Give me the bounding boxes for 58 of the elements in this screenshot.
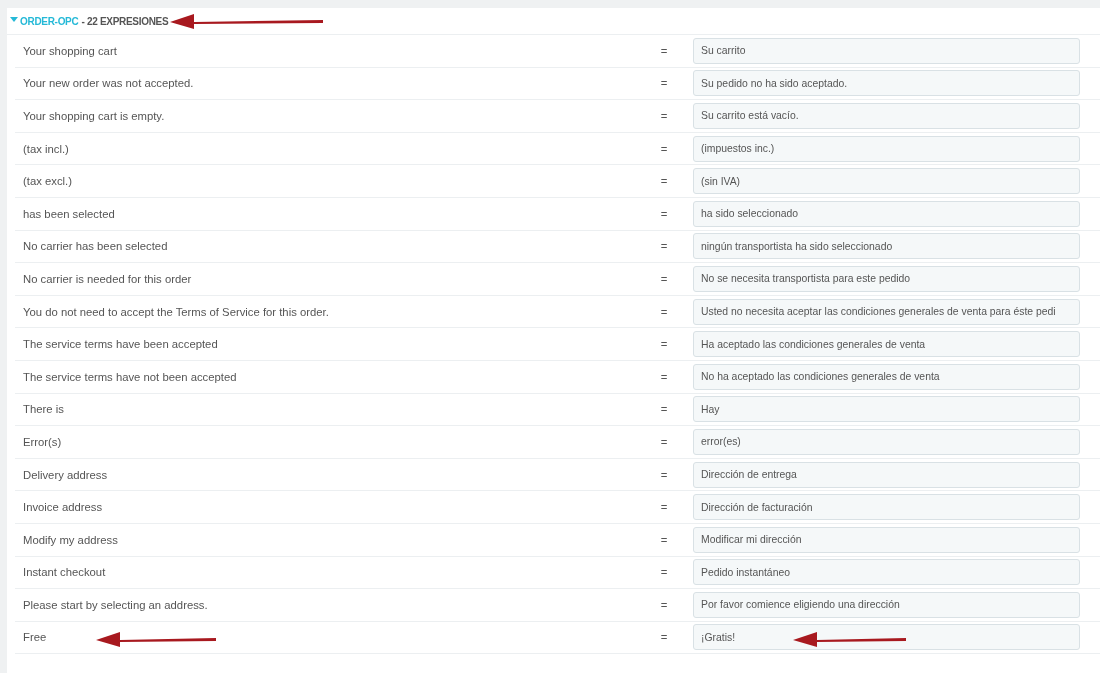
equals-sign: = bbox=[659, 468, 669, 481]
equals-sign: = bbox=[659, 533, 669, 546]
equals-sign: = bbox=[659, 175, 669, 188]
translation-field[interactable]: ¡Gratis! bbox=[693, 624, 1080, 651]
equals-sign: = bbox=[659, 77, 669, 90]
equals-sign: = bbox=[659, 142, 669, 155]
equals-sign: = bbox=[659, 403, 669, 416]
source-text: The service terms have been accepted bbox=[23, 338, 219, 351]
equals-sign: = bbox=[659, 370, 669, 383]
translation-field[interactable]: Modificar mi dirección bbox=[693, 526, 1080, 553]
translation-field[interactable]: Su pedido no ha sido aceptado. bbox=[693, 70, 1080, 97]
equals-sign: = bbox=[659, 501, 669, 514]
translation-field[interactable]: Hay bbox=[693, 396, 1080, 423]
source-text: Error(s) bbox=[23, 435, 63, 448]
translation-field[interactable]: error(es) bbox=[693, 428, 1080, 455]
equals-sign: = bbox=[659, 240, 669, 253]
translation-field[interactable]: ningún transportista ha sido seleccionado bbox=[693, 233, 1080, 260]
translation-field[interactable]: Ha aceptado las condiciones generales de venta bbox=[693, 331, 1080, 358]
equals-sign: = bbox=[659, 338, 669, 351]
source-text: (tax incl.) bbox=[23, 142, 70, 155]
source-text: Please start by selecting an address. bbox=[23, 598, 209, 611]
translation-field[interactable]: ha sido seleccionado bbox=[693, 200, 1080, 227]
source-text: Modify my address bbox=[23, 533, 119, 546]
translation-field[interactable]: Pedido instantáneo bbox=[693, 559, 1080, 586]
translation-field[interactable]: Usted no necesita aceptar las condiciones generales de venta para éste pedi bbox=[693, 298, 1080, 325]
equals-sign: = bbox=[659, 598, 669, 611]
translation-field[interactable]: Dirección de entrega bbox=[693, 461, 1080, 488]
equals-sign: = bbox=[659, 305, 669, 318]
equals-sign: = bbox=[659, 44, 669, 57]
translation-field[interactable]: Su carrito bbox=[693, 37, 1080, 64]
equals-sign: = bbox=[659, 207, 669, 220]
equals-sign: = bbox=[659, 631, 669, 644]
source-text: No carrier has been selected bbox=[23, 240, 169, 253]
source-text: Free bbox=[23, 631, 48, 644]
translation-field[interactable]: (sin IVA) bbox=[693, 168, 1080, 195]
expression-count: - 22 EXPRESIONES bbox=[81, 15, 169, 27]
source-text: There is bbox=[23, 403, 65, 416]
equals-sign: = bbox=[659, 435, 669, 448]
source-text: (tax excl.) bbox=[23, 175, 73, 188]
source-text: Your new order was not accepted. bbox=[23, 77, 195, 90]
source-text: Invoice address bbox=[23, 501, 104, 514]
equals-sign: = bbox=[659, 566, 669, 579]
source-text: You do not need to accept the Terms of Service for this order. bbox=[23, 305, 330, 318]
translation-field[interactable]: Dirección de facturación bbox=[693, 494, 1080, 521]
source-text: No carrier is needed for this order bbox=[23, 272, 193, 285]
translation-field[interactable]: No ha aceptado las condiciones generales de venta bbox=[693, 363, 1080, 390]
source-text: Your shopping cart is empty. bbox=[23, 110, 166, 122]
translation-field[interactable]: (impuestos inc.) bbox=[693, 135, 1080, 162]
source-text: has been selected bbox=[23, 207, 116, 220]
source-text: Instant checkout bbox=[23, 566, 107, 579]
source-text: Your shopping cart bbox=[23, 44, 118, 57]
equals-sign: = bbox=[659, 272, 669, 285]
translation-field[interactable]: No se necesita transportista para este pedido bbox=[693, 265, 1080, 292]
translation-field[interactable]: Su carrito está vacío. bbox=[693, 103, 1080, 129]
source-text: Delivery address bbox=[23, 468, 109, 481]
translation-field[interactable]: Por favor comience eligiendo una dirección bbox=[693, 591, 1080, 618]
equals-sign: = bbox=[659, 110, 669, 122]
source-text: The service terms have not been accepted bbox=[23, 370, 238, 383]
